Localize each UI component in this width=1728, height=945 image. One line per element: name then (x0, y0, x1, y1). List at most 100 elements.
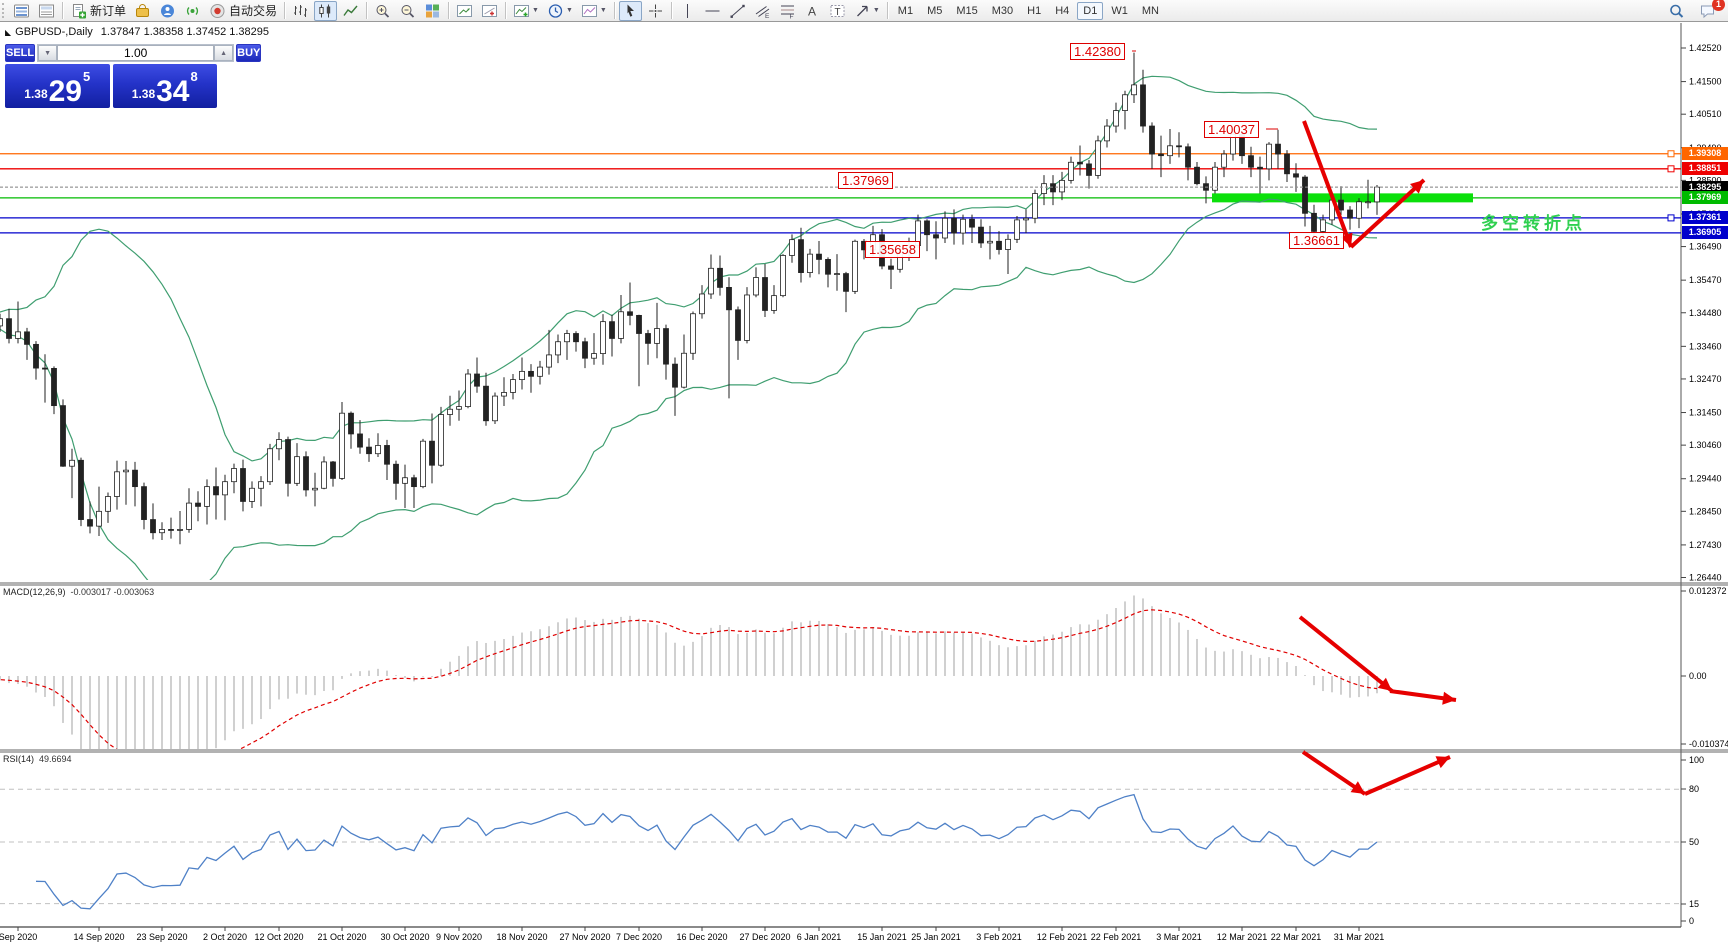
tile-windows-icon[interactable] (421, 1, 444, 21)
toolbar-separator (448, 2, 450, 19)
svg-text:25 Jan 2021: 25 Jan 2021 (911, 932, 961, 942)
autotrading-button-label: 自动交易 (229, 4, 278, 18)
volume-increase-button[interactable]: ▲ (214, 45, 234, 61)
svg-text:0.012372: 0.012372 (1689, 586, 1727, 596)
timeframe-mn[interactable]: MN (1136, 2, 1165, 20)
axis-price-label: 1.38851 (1682, 162, 1728, 176)
notification-badge: 1 (1712, 0, 1725, 11)
volume-decrease-button[interactable]: ▼ (38, 45, 58, 61)
crosshair-tool-icon[interactable] (644, 1, 667, 21)
trendline-tool-icon[interactable] (726, 1, 749, 21)
svg-text:15: 15 (1689, 899, 1699, 909)
candlestick-mode-icon[interactable] (314, 0, 338, 21)
zoom-in-icon[interactable] (371, 1, 394, 21)
svg-text:50: 50 (1689, 837, 1699, 847)
toolbar-separator (886, 2, 888, 19)
svg-text:22 Feb 2021: 22 Feb 2021 (1091, 932, 1142, 942)
market-icon[interactable] (131, 1, 154, 21)
vertical-line-tool-icon[interactable] (676, 1, 699, 21)
svg-text:1.35470: 1.35470 (1689, 275, 1722, 285)
svg-text:21 Oct 2020: 21 Oct 2020 (317, 932, 366, 942)
arrow-shapes-tool-icon[interactable]: ▼ (851, 1, 883, 21)
buy-button[interactable]: BUY (236, 44, 262, 62)
price-callout[interactable]: 1.40037 (1204, 121, 1259, 138)
timeframe-m5[interactable]: M5 (921, 2, 948, 20)
price-callout[interactable]: 1.35658 (865, 241, 920, 258)
equidistant-channel-tool-icon[interactable]: E (751, 1, 774, 21)
svg-text:1.34480: 1.34480 (1689, 308, 1722, 318)
analysis-arrow (1349, 178, 1426, 249)
notifications-icon[interactable]: 1 (1696, 0, 1725, 21)
axis-price-label: 1.36905 (1682, 226, 1728, 240)
price-callout[interactable]: 1.36661 (1289, 232, 1344, 249)
timeframe-w1[interactable]: W1 (1105, 2, 1134, 20)
sell-button[interactable]: SELL (5, 44, 36, 62)
cursor-tool-icon[interactable] (618, 0, 642, 21)
svg-text:9 Nov 2020: 9 Nov 2020 (436, 932, 482, 942)
svg-text:12 Feb 2021: 12 Feb 2021 (1037, 932, 1088, 942)
text-tool-icon[interactable]: A (801, 1, 824, 21)
zoom-out-icon[interactable] (396, 1, 419, 21)
indicators-menu-icon[interactable]: ▼ (510, 1, 542, 21)
sell-price-pip: 5 (83, 69, 91, 84)
svg-text:12 Oct 2020: 12 Oct 2020 (254, 932, 303, 942)
rsi-value: 49.6694 (39, 754, 72, 764)
buy-price-quote[interactable]: 1.38 34 8 (112, 64, 217, 108)
svg-text:27 Dec 2020: 27 Dec 2020 (739, 932, 790, 942)
svg-text:15 Jan 2021: 15 Jan 2021 (857, 932, 907, 942)
dropdown-caret-icon: ▼ (565, 7, 573, 14)
sell-price-main: 29 (48, 75, 82, 108)
bar-chart-mode-icon[interactable] (289, 1, 312, 21)
svg-text:1.32470: 1.32470 (1689, 374, 1722, 384)
buy-price-prefix: 1.38 (131, 87, 156, 101)
svg-text:27 Nov 2020: 27 Nov 2020 (559, 932, 610, 942)
periods-menu-icon[interactable]: ▼ (544, 1, 576, 21)
svg-text:31 Mar 2021: 31 Mar 2021 (1334, 932, 1385, 942)
price-callout[interactable]: 1.37969 (838, 172, 893, 189)
market-watch-icon[interactable] (10, 1, 33, 21)
buy-price-pip: 8 (190, 69, 198, 84)
autotrading-button[interactable]: 自动交易 (206, 1, 280, 21)
timeframe-h1[interactable]: H1 (1021, 2, 1047, 20)
search-icon[interactable] (1665, 1, 1688, 21)
analysis-arrow (1389, 689, 1457, 705)
timeframe-m15[interactable]: M15 (950, 2, 983, 20)
auto-arrange-icon[interactable] (453, 1, 476, 21)
svg-text:2 Oct 2020: 2 Oct 2020 (203, 932, 247, 942)
volume-input[interactable] (57, 45, 215, 61)
dropdown-caret-icon: ▼ (872, 7, 880, 14)
svg-text:0.00: 0.00 (1689, 671, 1707, 681)
community-icon[interactable] (156, 1, 179, 21)
line-chart-mode-icon[interactable] (339, 1, 362, 21)
horizontal-line-tool-icon[interactable] (701, 1, 724, 21)
axis-price-label: 1.39308 (1682, 147, 1728, 161)
timeframe-m1[interactable]: M1 (892, 2, 919, 20)
chart-shift-icon[interactable] (478, 1, 501, 21)
signals-icon[interactable] (181, 1, 204, 21)
axis-price-label: 1.37969 (1682, 191, 1728, 205)
toolbar-separator (505, 2, 507, 19)
templates-menu-icon[interactable]: ▼ (578, 1, 610, 21)
timeframe-m30[interactable]: M30 (986, 2, 1019, 20)
toolbar-grip-handle[interactable] (2, 3, 6, 18)
svg-text:6 Jan 2021: 6 Jan 2021 (797, 932, 842, 942)
toolbar-separator (613, 2, 615, 19)
svg-text:1.42520: 1.42520 (1689, 43, 1722, 53)
sell-price-quote[interactable]: 1.38 29 5 (5, 64, 110, 108)
new-order-button[interactable]: 新订单 (67, 1, 129, 21)
data-window-icon[interactable] (35, 1, 58, 21)
chart-canvas[interactable]: 1.425201.415001.405101.394901.385001.374… (0, 0, 1728, 945)
one-click-trading-panel: SELL ▼ ▲ BUY 1.38 29 5 1.38 34 8 (5, 44, 262, 108)
chart-title-ohlc: 1.37847 1.38358 1.37452 1.38295 (100, 26, 269, 38)
svg-text:A: A (808, 4, 816, 18)
timeframe-h4[interactable]: H4 (1049, 2, 1075, 20)
svg-text:Sep 2020: Sep 2020 (0, 932, 37, 942)
timeframe-d1[interactable]: D1 (1077, 1, 1104, 20)
price-callout[interactable]: 1.42380 (1070, 43, 1125, 60)
axis-price-label: 1.37361 (1682, 211, 1728, 225)
toolbar-separator (62, 2, 63, 19)
svg-text:22 Mar 2021: 22 Mar 2021 (1271, 932, 1322, 942)
fibonacci-tool-icon[interactable]: F (776, 1, 799, 21)
label-tool-icon[interactable]: T (826, 1, 849, 21)
toolbar-separator (366, 2, 368, 19)
